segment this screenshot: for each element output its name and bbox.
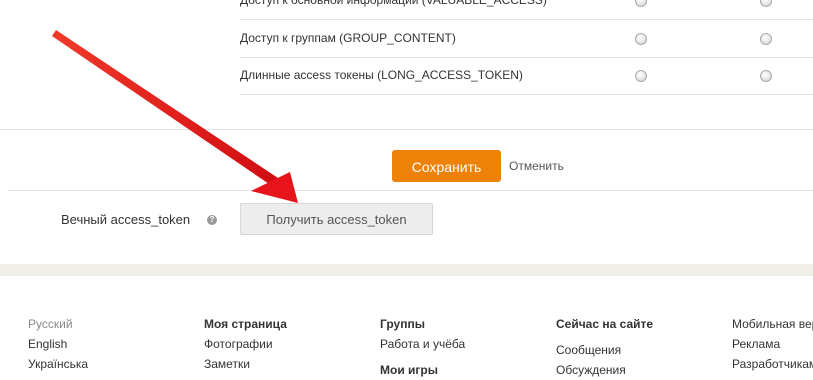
permission-label: Доступ к группам (GROUP_CONTENT) (240, 31, 456, 45)
footer-link-work-study[interactable]: Работа и учёба (380, 334, 465, 354)
permission-radio-off[interactable] (760, 70, 772, 82)
permission-row-long-access-token: Длинные access токены (LONG_ACCESS_TOKEN… (240, 57, 813, 95)
permission-radio-on[interactable] (635, 33, 647, 45)
footer-lang-english[interactable]: English (28, 334, 88, 354)
permission-radio-off[interactable] (760, 33, 772, 45)
footer-col-now-online: Сейчас на сайте Сообщения Обсуждения (556, 314, 653, 380)
permission-row-valuable-access: Доступ к основной информации (VALUABLE_A… (240, 0, 813, 20)
permission-row-group-content: Доступ к группам (GROUP_CONTENT) (240, 20, 813, 58)
footer-link-mobile[interactable]: Мобильная вер (732, 314, 813, 334)
section-divider (8, 190, 813, 191)
save-button[interactable]: Сохранить (392, 150, 501, 182)
footer-link-notes[interactable]: Заметки (204, 354, 287, 374)
help-icon[interactable]: ? (207, 215, 217, 225)
section-divider (0, 129, 813, 130)
footer-link-ads[interactable]: Реклама (732, 334, 813, 354)
permission-radio-on[interactable] (635, 70, 647, 82)
footer-link-discussions[interactable]: Обсуждения (556, 360, 653, 380)
footer-heading-my-page[interactable]: Моя страница (204, 314, 287, 334)
permission-label: Длинные access токены (LONG_ACCESS_TOKEN… (240, 68, 523, 82)
get-access-token-button[interactable]: Получить access_token (240, 203, 433, 235)
permission-radio-on[interactable] (635, 0, 647, 7)
footer-col-my-page: Моя страница Фотографии Заметки (204, 314, 287, 374)
footer-col-more: Мобильная вер Реклама Разработчикам (732, 314, 813, 374)
footer-separator (0, 264, 813, 276)
footer-heading-groups[interactable]: Группы (380, 314, 465, 334)
footer-lang-russian[interactable]: Русский (28, 314, 88, 334)
footer-link-developers[interactable]: Разработчикам (732, 354, 813, 374)
footer-col-groups: Группы Работа и учёба Мои игры (380, 314, 465, 380)
permission-radio-off[interactable] (760, 0, 772, 7)
footer-link-messages[interactable]: Сообщения (556, 340, 653, 360)
footer-languages: Русский English Українська (28, 314, 88, 374)
arrow-head (251, 172, 298, 203)
footer: Русский English Українська Моя страница … (0, 276, 813, 378)
permission-label: Доступ к основной информации (VALUABLE_A… (240, 0, 547, 7)
footer-link-photos[interactable]: Фотографии (204, 334, 287, 354)
eternal-token-label: Вечный access_token (61, 212, 191, 227)
cancel-link[interactable]: Отменить (509, 159, 564, 173)
footer-heading-now-online[interactable]: Сейчас на сайте (556, 314, 653, 334)
footer-lang-ukrainian[interactable]: Українська (28, 354, 88, 374)
footer-heading-my-games[interactable]: Мои игры (380, 360, 465, 380)
